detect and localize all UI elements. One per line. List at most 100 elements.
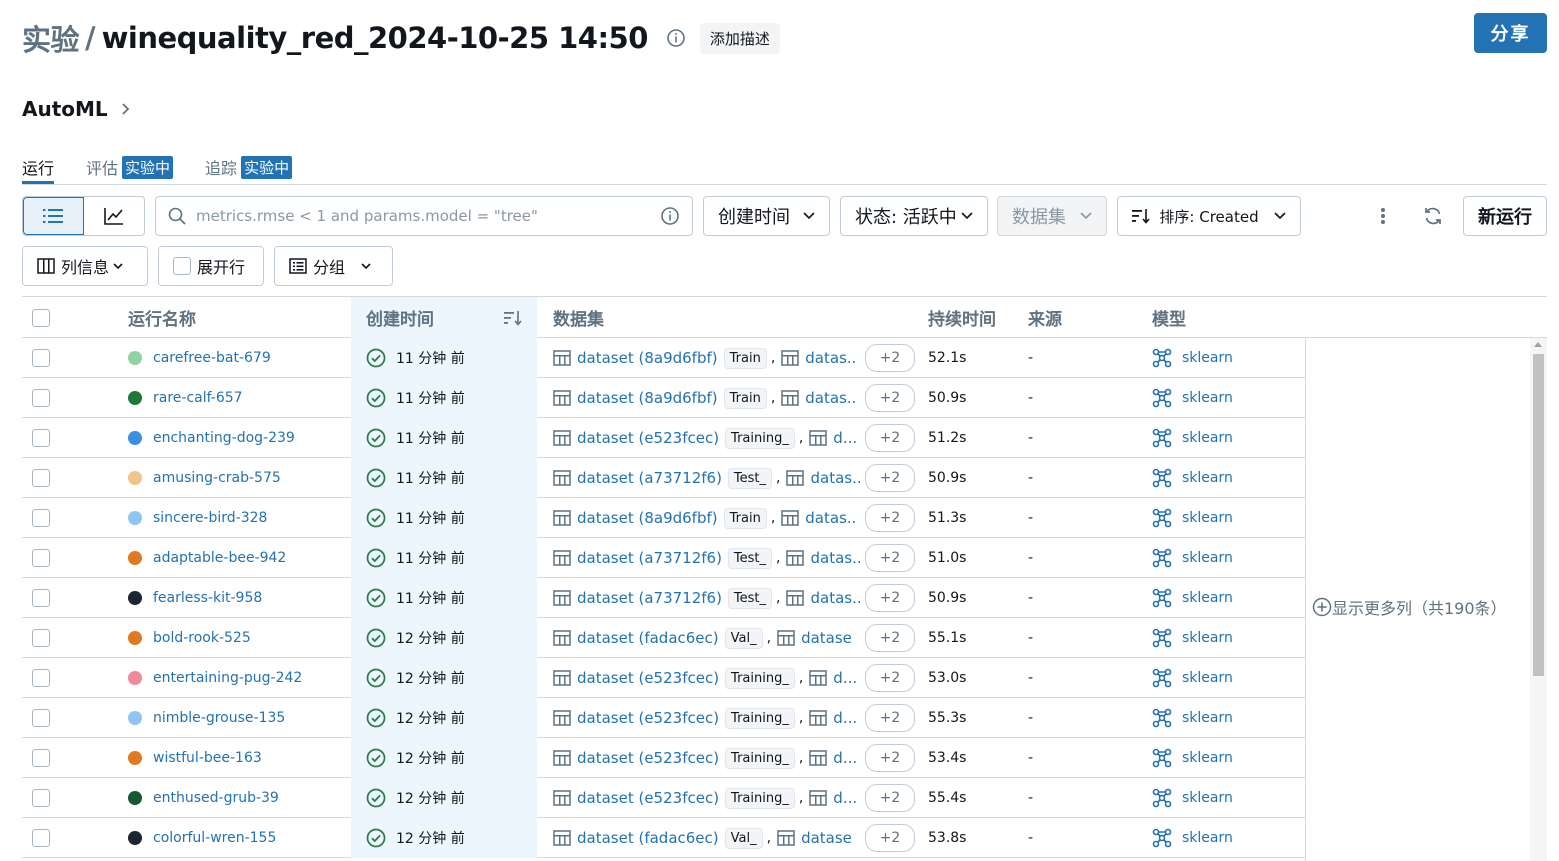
table-row[interactable]: amusing-crab-575 11 分钟 前 dataset (a73712f6…	[22, 458, 1305, 498]
run-color-dot[interactable]	[128, 471, 142, 485]
table-row[interactable]: carefree-bat-679 11 分钟 前 dataset (8a9d6fbf…	[22, 338, 1305, 378]
info-icon[interactable]	[666, 28, 686, 48]
dataset-link-truncated[interactable]: datas...	[805, 389, 857, 407]
table-row[interactable]: sincere-bird-328 11 分钟 前 dataset (8a9d6fbf…	[22, 498, 1305, 538]
row-checkbox[interactable]	[32, 669, 50, 687]
dataset-link-truncated[interactable]: datas...	[810, 469, 862, 487]
run-color-dot[interactable]	[128, 671, 142, 685]
run-color-dot[interactable]	[128, 791, 142, 805]
model-link[interactable]: sklearn	[1182, 790, 1233, 806]
table-row[interactable]: enchanting-dog-239 11 分钟 前 dataset (e523fc…	[22, 418, 1305, 458]
table-view-button[interactable]	[23, 197, 84, 235]
table-row[interactable]: adaptable-bee-942 11 分钟 前 dataset (a73712f…	[22, 538, 1305, 578]
dataset-link[interactable]: dataset (a73712f6)	[577, 549, 722, 567]
dataset-link[interactable]: dataset (e523fcec)	[577, 789, 719, 807]
state-filter[interactable]: 状态: 活跃中	[840, 196, 988, 236]
dataset-link[interactable]: dataset (a73712f6)	[577, 469, 722, 487]
model-link[interactable]: sklearn	[1182, 590, 1233, 606]
dataset-link[interactable]: dataset (fadac6ec)	[577, 629, 719, 647]
scrollbar-thumb[interactable]	[1533, 354, 1544, 676]
dataset-link-truncated[interactable]: datas...	[805, 509, 857, 527]
row-checkbox[interactable]	[32, 589, 50, 607]
row-checkbox[interactable]	[32, 629, 50, 647]
row-checkbox[interactable]	[32, 749, 50, 767]
more-options-icon[interactable]	[1372, 196, 1394, 236]
row-checkbox[interactable]	[32, 349, 50, 367]
dataset-link[interactable]: dataset (fadac6ec)	[577, 829, 719, 847]
run-name-link[interactable]: nimble-grouse-135	[153, 710, 285, 726]
show-more-columns-button[interactable]: 显示更多列（共190条）	[1312, 595, 1507, 619]
more-datasets-button[interactable]: +2	[865, 704, 915, 732]
table-row[interactable]: rare-calf-657 11 分钟 前 dataset (8a9d6fbf) Tr…	[22, 378, 1305, 418]
model-link[interactable]: sklearn	[1182, 750, 1233, 766]
run-color-dot[interactable]	[128, 351, 142, 365]
row-checkbox[interactable]	[32, 709, 50, 727]
columns-button[interactable]: 列信息	[22, 246, 148, 286]
expand-rows-toggle[interactable]: 展开行	[158, 246, 264, 286]
run-name-link[interactable]: colorful-wren-155	[153, 830, 276, 846]
more-datasets-button[interactable]: +2	[865, 424, 915, 452]
model-link[interactable]: sklearn	[1182, 470, 1233, 486]
header-model[interactable]: 模型	[1152, 297, 1302, 338]
row-checkbox[interactable]	[32, 429, 50, 447]
run-color-dot[interactable]	[128, 711, 142, 725]
dataset-link[interactable]: dataset (a73712f6)	[577, 589, 722, 607]
run-color-dot[interactable]	[128, 511, 142, 525]
header-duration[interactable]: 持续时间	[928, 297, 1018, 338]
table-row[interactable]: colorful-wren-155 12 分钟 前 dataset (fadac6e…	[22, 818, 1305, 858]
model-link[interactable]: sklearn	[1182, 350, 1233, 366]
run-name-link[interactable]: rare-calf-657	[153, 390, 243, 406]
more-datasets-button[interactable]: +2	[865, 504, 915, 532]
dataset-link[interactable]: dataset (8a9d6fbf)	[577, 349, 718, 367]
run-name-link[interactable]: carefree-bat-679	[153, 350, 271, 366]
dataset-link-truncated[interactable]: datas...	[805, 349, 857, 367]
table-row[interactable]: enthused-grub-39 12 分钟 前 dataset (e523fcec…	[22, 778, 1305, 818]
run-name-link[interactable]: adaptable-bee-942	[153, 550, 286, 566]
more-datasets-button[interactable]: +2	[865, 664, 915, 692]
more-datasets-button[interactable]: +2	[865, 584, 915, 612]
run-color-dot[interactable]	[128, 631, 142, 645]
dataset-link-truncated[interactable]: datas...	[810, 589, 862, 607]
run-name-link[interactable]: fearless-kit-958	[153, 590, 262, 606]
row-checkbox[interactable]	[32, 389, 50, 407]
breadcrumb-label[interactable]: AutoML	[22, 97, 108, 121]
more-datasets-button[interactable]: +2	[865, 624, 915, 652]
table-row[interactable]: nimble-grouse-135 12 分钟 前 dataset (e523fce…	[22, 698, 1305, 738]
add-description-button[interactable]: 添加描述	[699, 22, 780, 54]
run-color-dot[interactable]	[128, 551, 142, 565]
model-link[interactable]: sklearn	[1182, 830, 1233, 846]
model-link[interactable]: sklearn	[1182, 670, 1233, 686]
search-input[interactable]	[196, 207, 660, 225]
row-checkbox[interactable]	[32, 549, 50, 567]
vertical-scrollbar[interactable]	[1530, 338, 1547, 861]
table-row[interactable]: fearless-kit-958 11 分钟 前 dataset (a73712f6…	[22, 578, 1305, 618]
model-link[interactable]: sklearn	[1182, 550, 1233, 566]
run-name-link[interactable]: enthused-grub-39	[153, 790, 279, 806]
breadcrumb[interactable]: AutoML	[22, 97, 132, 121]
more-datasets-button[interactable]: +2	[865, 384, 915, 412]
tab-runs[interactable]: 运行	[22, 152, 55, 184]
table-row[interactable]: entertaining-pug-242 12 分钟 前 dataset (e523…	[22, 658, 1305, 698]
run-name-link[interactable]: sincere-bird-328	[153, 510, 267, 526]
dataset-link[interactable]: dataset (8a9d6fbf)	[577, 509, 718, 527]
model-link[interactable]: sklearn	[1182, 510, 1233, 526]
expand-rows-checkbox[interactable]	[173, 257, 191, 275]
new-run-button[interactable]: 新运行	[1463, 196, 1547, 236]
run-color-dot[interactable]	[128, 591, 142, 605]
tab-traces[interactable]: 追踪 实验中	[205, 152, 293, 182]
model-link[interactable]: sklearn	[1182, 390, 1233, 406]
run-name-link[interactable]: amusing-crab-575	[153, 470, 281, 486]
run-name-link[interactable]: entertaining-pug-242	[153, 670, 302, 686]
run-color-dot[interactable]	[128, 431, 142, 445]
row-checkbox[interactable]	[32, 789, 50, 807]
model-link[interactable]: sklearn	[1182, 710, 1233, 726]
group-by-button[interactable]: 分组	[274, 246, 393, 286]
more-datasets-button[interactable]: +2	[865, 544, 915, 572]
scroll-up-arrow[interactable]	[1534, 342, 1542, 347]
dataset-link[interactable]: dataset (8a9d6fbf)	[577, 389, 718, 407]
sort-dropdown[interactable]: 排序: Created	[1117, 196, 1301, 236]
header-created[interactable]: 创建时间	[351, 297, 537, 338]
header-dataset[interactable]: 数据集	[553, 297, 913, 338]
more-datasets-button[interactable]: +2	[865, 344, 915, 372]
row-checkbox[interactable]	[32, 829, 50, 847]
